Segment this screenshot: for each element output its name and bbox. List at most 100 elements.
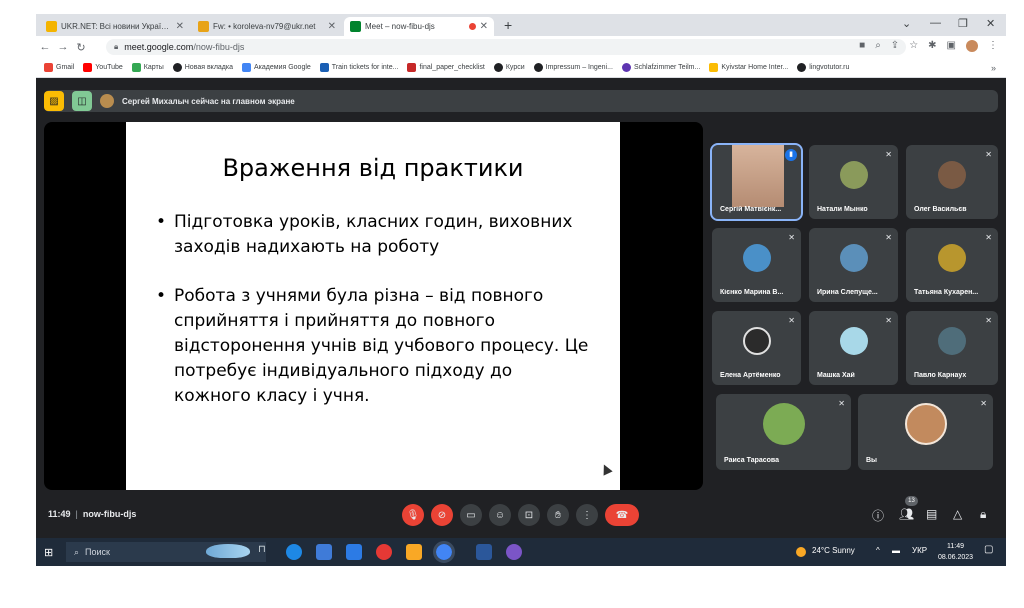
bookmark-schlafzimmer[interactable]: Schlafzimmer Teilm... xyxy=(621,63,700,72)
slide-bullet: Робота з учнями була різна – від повного… xyxy=(152,284,592,409)
participant-tile[interactable]: ▮ Сергій Матвієнк... xyxy=(710,143,803,221)
participant-name: Вы xyxy=(866,457,878,464)
mail-icon[interactable] xyxy=(346,544,362,560)
host-controls-icon[interactable]: 🔒︎ xyxy=(980,507,986,522)
gmail-icon xyxy=(44,63,53,72)
maps-icon xyxy=(131,63,141,72)
mic-off-icon: ✕ xyxy=(980,399,987,408)
participant-name: Машка Хай xyxy=(817,372,855,379)
bookmark-train-tickets[interactable]: Train tickets for inte... xyxy=(319,63,398,72)
meeting-details-icon[interactable]: ⓘ xyxy=(872,507,884,524)
people-icon[interactable]: 👥︎ xyxy=(899,507,914,521)
bookmark-impressum[interactable]: Impressum – Ingeni... xyxy=(533,63,613,72)
camera-indicator-icon[interactable]: ■ xyxy=(859,40,865,52)
opera-icon[interactable] xyxy=(376,544,392,560)
participant-avatar xyxy=(742,243,771,272)
tab-search-icon[interactable]: ⌄ xyxy=(902,17,911,30)
bookmark-kyivstar[interactable]: Kyivstar Home Inter... xyxy=(709,63,788,72)
store-icon[interactable] xyxy=(316,544,332,560)
bookmark-youtube[interactable]: YouTube xyxy=(83,63,123,72)
reactions-button[interactable]: ☺ xyxy=(489,504,511,526)
bookmark-courses[interactable]: Курси xyxy=(493,63,525,72)
windows-start-icon[interactable]: ⊞ xyxy=(44,546,53,559)
mail-favicon-icon xyxy=(198,21,209,32)
profile-avatar[interactable] xyxy=(966,40,978,52)
close-tab-icon[interactable]: ✕ xyxy=(176,21,184,32)
train-icon xyxy=(319,63,329,72)
tab-meet[interactable]: Meet – now-fibu-djs ✕ xyxy=(344,17,494,36)
bookmark-lingvotutor[interactable]: lingvotutor.ru xyxy=(797,63,849,72)
side-panel-icon[interactable]: ▣ xyxy=(947,40,956,52)
reload-icon[interactable]: ↻ xyxy=(72,41,90,54)
mic-toggle-button[interactable]: 🎙︎ xyxy=(402,504,424,526)
more-bookmarks-icon[interactable]: » xyxy=(991,63,996,73)
slide-title: Враження від практики xyxy=(222,154,524,182)
mic-off-icon: ✕ xyxy=(985,233,992,242)
menu-icon[interactable]: ⋮ xyxy=(988,40,998,52)
bookmark-final-paper[interactable]: final_paper_checklist xyxy=(407,63,485,72)
participant-tile[interactable]: ✕ Елена Артёменко xyxy=(712,311,801,385)
participant-tile[interactable]: ✕ Татьяна Кухарен... xyxy=(906,228,998,302)
zoom-icon[interactable]: ⌕ xyxy=(875,40,881,52)
input-language[interactable]: УКР xyxy=(912,546,927,555)
taskbar-clock[interactable]: 11:49 08.06.2023 xyxy=(938,541,973,563)
layout-icon[interactable]: ◫ xyxy=(72,91,92,111)
extensions-icon[interactable]: ✱ xyxy=(928,40,936,52)
chrome-icon[interactable] xyxy=(433,541,455,563)
toolbar-icons: ■ ⌕ ⇪ ☆ ✱ ▣ ⋮ xyxy=(859,40,998,52)
tab-mail[interactable]: Fw: • koroleva-nv79@ukr.net ✕ xyxy=(192,17,342,36)
participant-tile-self[interactable]: ✕ Вы xyxy=(858,394,993,470)
academy-icon xyxy=(242,63,251,72)
participant-tile[interactable]: ✕ Олег Васильєв xyxy=(906,145,998,219)
bookmarks-bar: Gmail YouTube Карты Новая вкладка Академ… xyxy=(36,58,1006,78)
bookmark-maps[interactable]: Карты xyxy=(131,63,164,72)
weather-sun-icon xyxy=(796,547,806,557)
network-icon[interactable]: ▬ xyxy=(892,546,900,555)
minimize-icon[interactable]: — xyxy=(930,17,941,29)
leave-call-button[interactable]: ☎ xyxy=(605,504,639,526)
share-icon[interactable]: ⇪ xyxy=(891,40,899,52)
word-icon[interactable] xyxy=(476,544,492,560)
maximize-icon[interactable]: ❐ xyxy=(958,17,968,30)
viber-icon[interactable] xyxy=(506,544,522,560)
new-tab-icon[interactable]: + xyxy=(504,17,512,33)
bookmark-gmail[interactable]: Gmail xyxy=(44,63,74,72)
participant-tile[interactable]: ✕ Раиса Тарасова xyxy=(716,394,851,470)
close-window-icon[interactable]: ✕ xyxy=(986,17,995,30)
camera-toggle-button[interactable]: ⊘ xyxy=(431,504,453,526)
forward-icon[interactable]: → xyxy=(54,41,72,53)
bookmark-star-icon[interactable]: ☆ xyxy=(909,40,918,52)
close-tab-icon[interactable]: ✕ xyxy=(328,21,336,32)
participant-tile[interactable]: ✕ Натали Мынко xyxy=(809,145,898,219)
participant-tile[interactable]: ✕ Машка Хай xyxy=(809,311,898,385)
participant-tile[interactable]: ✕ Кієнко Марина В... xyxy=(712,228,801,302)
task-view-icon[interactable]: ⊓ xyxy=(258,544,274,560)
self-avatar xyxy=(904,403,947,446)
close-tab-icon[interactable]: ✕ xyxy=(480,21,488,32)
emoji-icon: ☺ xyxy=(494,509,506,521)
back-icon[interactable]: ← xyxy=(36,41,54,53)
meeting-time: 11:49 xyxy=(48,509,71,519)
file-explorer-icon[interactable] xyxy=(406,544,422,560)
raise-hand-button[interactable]: ✋︎ xyxy=(547,504,569,526)
address-bar[interactable]: 🔒︎ meet.google.com /now-fibu-djs xyxy=(106,39,906,55)
participant-tile[interactable]: ✕ Павло Карнаух xyxy=(906,311,998,385)
captions-button[interactable]: ▭ xyxy=(460,504,482,526)
bookmark-new-tab[interactable]: Новая вкладка xyxy=(172,63,233,72)
participant-name: Натали Мынко xyxy=(817,206,868,213)
participant-avatar xyxy=(839,160,868,189)
participant-avatar xyxy=(938,326,966,355)
present-button[interactable]: ⊡ xyxy=(518,504,540,526)
globe-icon xyxy=(493,63,503,72)
tray-chevron-icon[interactable]: ^ xyxy=(876,546,880,555)
bookmark-google-academy[interactable]: Академия Google xyxy=(242,63,311,72)
weather-text[interactable]: 24°C Sunny xyxy=(812,546,855,555)
edge-icon[interactable] xyxy=(286,544,302,560)
participant-tile[interactable]: ✕ Ирина Слепуще... xyxy=(809,228,898,302)
notifications-icon[interactable]: ▢ xyxy=(984,544,993,555)
more-options-button[interactable]: ⋮ xyxy=(576,504,598,526)
hand-off-icon[interactable]: ▨ xyxy=(44,91,64,111)
activities-icon[interactable]: △ xyxy=(953,507,962,521)
tab-ukrnet[interactable]: UKR.NET: Всі новини України, о ✕ xyxy=(40,17,190,36)
chat-icon[interactable]: ▤ xyxy=(926,507,937,521)
